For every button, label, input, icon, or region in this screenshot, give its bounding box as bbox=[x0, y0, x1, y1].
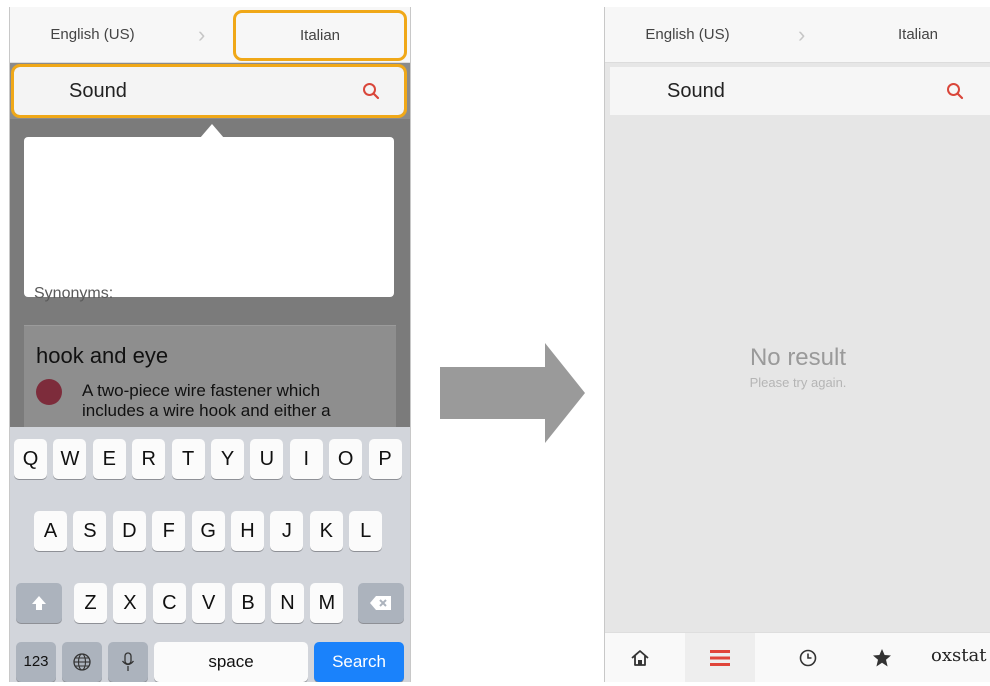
entry-title: hook and eye bbox=[36, 343, 169, 368]
tab-home[interactable] bbox=[605, 633, 675, 682]
key-e[interactable]: E bbox=[92, 439, 126, 479]
key-v[interactable]: V bbox=[192, 583, 226, 623]
keyboard: QWERTYUIOP ASDFGHJKL ZXCVBNM 123 space S… bbox=[10, 427, 410, 682]
key-w[interactable]: W bbox=[53, 439, 87, 479]
key-p[interactable]: P bbox=[368, 439, 402, 479]
key-l[interactable]: L bbox=[349, 511, 383, 551]
key-x[interactable]: X bbox=[113, 583, 147, 623]
globe-icon bbox=[73, 653, 91, 671]
chevron-right-icon: › bbox=[798, 22, 806, 47]
key-b[interactable]: B bbox=[231, 583, 265, 623]
key-s[interactable]: S bbox=[73, 511, 107, 551]
key-d[interactable]: D bbox=[112, 511, 146, 551]
search-input[interactable]: Sound bbox=[667, 67, 725, 115]
key-n[interactable]: N bbox=[271, 583, 304, 623]
tab-menu[interactable] bbox=[685, 633, 755, 682]
chevron-right-icon: › bbox=[198, 22, 206, 47]
key-q[interactable]: Q bbox=[14, 439, 47, 479]
search-input[interactable]: Sound bbox=[69, 67, 127, 115]
key-j[interactable]: J bbox=[270, 511, 304, 551]
key-o[interactable]: O bbox=[329, 439, 363, 479]
key-h[interactable]: H bbox=[231, 511, 264, 551]
synonyms-label: Synonyms: bbox=[34, 285, 114, 302]
home-icon bbox=[631, 650, 649, 666]
shift-key[interactable] bbox=[16, 583, 62, 623]
target-language-button[interactable]: Italian bbox=[233, 10, 407, 61]
key-a[interactable]: A bbox=[34, 511, 67, 551]
space-key[interactable]: space bbox=[154, 642, 308, 682]
language-bar: English (US) › Italian bbox=[605, 7, 990, 63]
key-r[interactable]: R bbox=[132, 439, 166, 479]
empty-state-title: No result bbox=[749, 344, 847, 371]
key-m[interactable]: M bbox=[310, 583, 344, 623]
transition-arrow-icon bbox=[440, 343, 585, 443]
left-phone-screen: English (US) › Italian Sound Synonyms: h… bbox=[9, 7, 411, 682]
search-bar[interactable]: Sound bbox=[610, 67, 990, 115]
key-g[interactable]: G bbox=[191, 511, 225, 551]
star-icon bbox=[873, 649, 891, 667]
backspace-key[interactable] bbox=[358, 583, 404, 623]
microphone-key[interactable] bbox=[108, 642, 148, 682]
source-language-button[interactable]: English (US) bbox=[605, 7, 770, 62]
right-phone-screen: English (US) › Italian Sound No result P… bbox=[604, 7, 990, 682]
tab-favorites[interactable] bbox=[847, 633, 917, 682]
search-icon[interactable] bbox=[362, 82, 380, 100]
numbers-key[interactable]: 123 bbox=[16, 642, 56, 682]
speaker-icon[interactable] bbox=[36, 379, 62, 405]
key-t[interactable]: T bbox=[171, 439, 205, 479]
target-language-button[interactable]: Italian bbox=[853, 7, 983, 62]
microphone-icon bbox=[121, 652, 135, 671]
key-i[interactable]: I bbox=[289, 439, 323, 479]
search-icon[interactable] bbox=[946, 82, 964, 100]
source-language-button[interactable]: English (US) bbox=[10, 7, 175, 62]
key-k[interactable]: K bbox=[309, 511, 343, 551]
suggestion-popup[interactable] bbox=[24, 137, 394, 297]
popup-pointer bbox=[200, 124, 224, 138]
search-key[interactable]: Search bbox=[314, 642, 404, 682]
empty-state-subtitle: Please try again. bbox=[749, 375, 847, 390]
key-y[interactable]: Y bbox=[211, 439, 244, 479]
clock-icon bbox=[799, 649, 817, 667]
tab-history[interactable] bbox=[773, 633, 843, 682]
key-f[interactable]: F bbox=[152, 511, 186, 551]
entry-definition: A two-piece wire fastener which includes… bbox=[82, 381, 331, 420]
backspace-icon bbox=[370, 596, 391, 610]
brand-logo: oxstat bbox=[931, 645, 987, 666]
search-bar[interactable]: Sound bbox=[11, 64, 407, 118]
key-z[interactable]: Z bbox=[74, 583, 107, 623]
key-c[interactable]: C bbox=[152, 583, 186, 623]
globe-key[interactable] bbox=[62, 642, 102, 682]
language-bar: English (US) › Italian bbox=[10, 7, 410, 63]
menu-icon bbox=[710, 650, 730, 666]
key-u[interactable]: U bbox=[250, 439, 284, 479]
shift-icon bbox=[32, 596, 46, 610]
